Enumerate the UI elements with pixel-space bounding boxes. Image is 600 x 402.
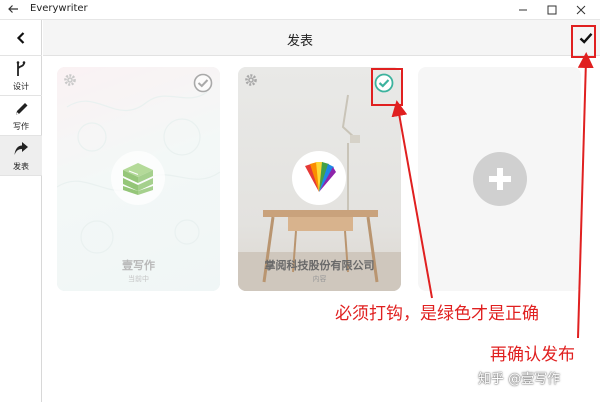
annotation-publish-hint: 再确认发布 xyxy=(490,345,575,365)
annotation-select-hint: 必须打钩，是绿色才是正确 xyxy=(335,304,539,324)
watermark: 知乎 @壹写作 xyxy=(478,372,561,387)
